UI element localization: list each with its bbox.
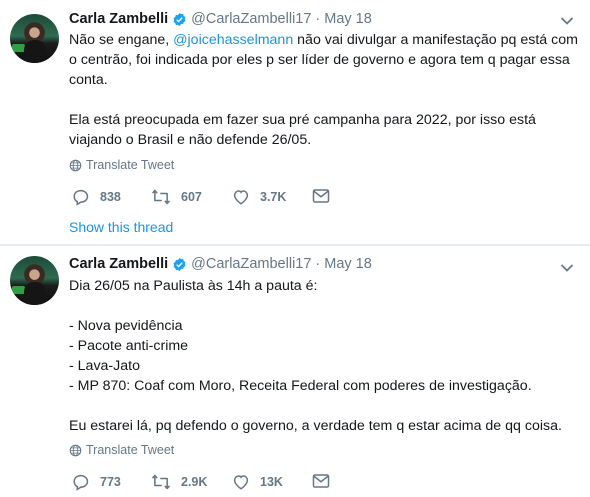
tweet-line: - Pacote anti-crime <box>69 338 189 354</box>
tweet-line: - Lava-Jato <box>69 358 140 374</box>
tweet-text-intro: Não se engane, <box>69 32 174 48</box>
globe-icon <box>69 444 82 456</box>
tweet-2[interactable]: Carla Zambelli @CarlaZambelli17 · May 18… <box>0 246 590 497</box>
tweet-header: Carla Zambelli @CarlaZambelli17 · May 18 <box>69 11 372 27</box>
author-handle[interactable]: @CarlaZambelli17 <box>191 256 311 272</box>
tweet-header: Carla Zambelli @CarlaZambelli17 · May 18 <box>69 256 372 272</box>
header-separator: · <box>315 11 321 27</box>
translate-tweet-link[interactable]: Translate Tweet <box>69 443 174 457</box>
mention-link[interactable]: @joicehasselmann <box>173 32 293 48</box>
tweet-line: Eu estarei lá, pq defendo o governo, a v… <box>69 418 562 434</box>
like-count: 3.7K <box>260 190 287 204</box>
verified-badge-icon <box>173 257 186 271</box>
retweet-icon <box>151 189 171 205</box>
tweet-line: Dia 26/05 na Paulista às 14h a pauta é: <box>69 278 318 294</box>
reply-icon <box>73 189 89 206</box>
retweet-button[interactable]: 607 <box>151 188 202 206</box>
chevron-down-icon[interactable] <box>560 16 574 26</box>
tweet-text-paragraph-2: Ela está preocupada em fazer sua pré cam… <box>69 112 540 148</box>
translate-label: Translate Tweet <box>86 158 175 172</box>
like-button[interactable]: 3.7K <box>232 188 286 206</box>
translate-tweet-link[interactable]: Translate Tweet <box>69 158 174 172</box>
tweet-line: - MP 870: Coaf com Moro, Receita Federal… <box>69 378 532 394</box>
reply-button[interactable]: 838 <box>72 188 121 206</box>
author-handle[interactable]: @CarlaZambelli17 <box>191 11 311 27</box>
globe-icon <box>69 159 82 171</box>
tweet-date[interactable]: May 18 <box>324 256 372 272</box>
reply-count: 838 <box>100 190 121 204</box>
like-icon <box>233 190 249 205</box>
retweet-count: 607 <box>181 190 202 204</box>
like-button[interactable]: 13K <box>232 473 283 491</box>
direct-message-button[interactable] <box>312 188 340 204</box>
show-thread-link[interactable]: Show this thread <box>69 219 173 235</box>
tweet-line: - Nova pevidência <box>69 318 183 334</box>
retweet-icon <box>151 474 171 490</box>
tweet-line-blank <box>69 296 581 316</box>
avatar-figure <box>24 40 46 63</box>
tweet-text: Não se engane, @joicehasselmann não vai … <box>69 30 581 150</box>
like-count: 13K <box>260 475 283 489</box>
verified-badge-icon <box>173 12 186 26</box>
message-icon <box>312 189 330 203</box>
tweet-text: Dia 26/05 na Paulista às 14h a pauta é: … <box>69 276 581 436</box>
tweet-1[interactable]: Carla Zambelli @CarlaZambelli17 · May 18… <box>0 0 590 245</box>
retweet-button[interactable]: 2.9K <box>151 473 207 491</box>
avatar[interactable] <box>10 256 59 305</box>
translate-label: Translate Tweet <box>86 443 175 457</box>
like-icon <box>233 475 249 490</box>
direct-message-button[interactable] <box>312 473 340 489</box>
tweet-date[interactable]: May 18 <box>324 11 372 27</box>
chevron-down-icon[interactable] <box>560 263 574 273</box>
author-name[interactable]: Carla Zambelli <box>69 256 168 272</box>
tweet-line-blank <box>69 396 581 416</box>
header-separator: · <box>315 256 321 272</box>
reply-button[interactable]: 773 <box>72 473 121 491</box>
reply-icon <box>73 474 89 491</box>
reply-count: 773 <box>100 475 121 489</box>
author-name[interactable]: Carla Zambelli <box>69 11 168 27</box>
avatar[interactable] <box>10 14 59 63</box>
retweet-count: 2.9K <box>181 475 208 489</box>
avatar-figure <box>24 282 46 305</box>
message-icon <box>312 474 330 488</box>
